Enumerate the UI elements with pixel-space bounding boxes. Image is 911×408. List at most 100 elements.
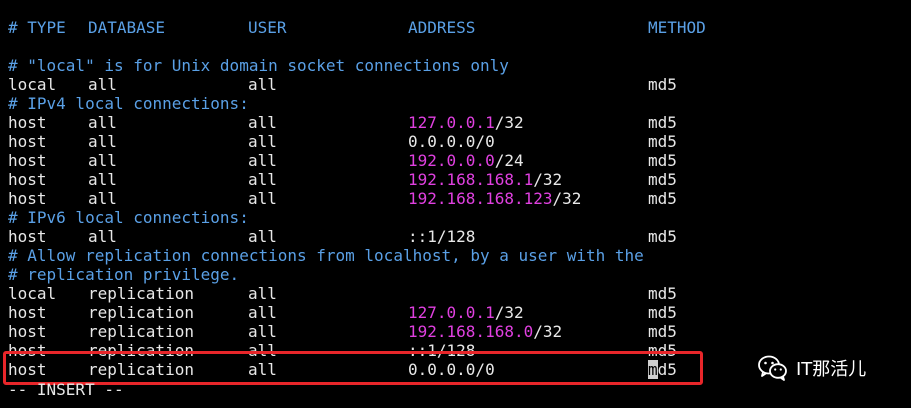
entry-address: 192.168.168.0/32 [408, 322, 562, 341]
header-method: METHOD [648, 18, 706, 37]
entry-user: all [248, 151, 277, 170]
entry-address: 0.0.0.0/0 [408, 132, 495, 151]
address-ip: 192.168.168.1 [408, 170, 534, 189]
entry-database: all [88, 75, 117, 94]
address-suffix: /32 [533, 322, 563, 341]
watermark-label: IT那活儿 [796, 359, 867, 380]
entry-method: md5 [648, 113, 677, 132]
address-ip: 192.168.168.123 [408, 189, 553, 208]
method-rest: d5 [657, 360, 677, 379]
entry-database: replication [88, 303, 194, 322]
comment-line: # "local" is for Unix domain socket conn… [8, 56, 509, 75]
entry-user: all [248, 170, 277, 189]
entry-user: all [248, 189, 277, 208]
terminal-editor[interactable]: # TYPE DATABASE USER ADDRESS METHOD # "l… [8, 18, 898, 408]
entry-user: all [248, 360, 277, 379]
address-ip: 192.168.168.0 [408, 322, 534, 341]
entry-database: all [88, 113, 117, 132]
entry-row: host replication all 127.0.0.1/32 md5 [8, 303, 898, 322]
header-database: DATABASE [88, 18, 166, 37]
entry-row: host all all 192.0.0.0/24 md5 [8, 151, 898, 170]
address-suffix: /32 [552, 189, 582, 208]
address-suffix: /32 [533, 170, 563, 189]
comment-line: # IPv4 local connections: [8, 94, 249, 113]
header-address: ADDRESS [408, 18, 476, 37]
entry-user: all [248, 284, 277, 303]
entry-method: md5 [648, 303, 677, 322]
entry-row: host all all 192.168.168.123/32 md5 [8, 189, 898, 208]
header-user: USER [248, 18, 287, 37]
entry-type: host [8, 113, 47, 132]
entry-method: md5 [648, 341, 677, 360]
address-plain: 0.0.0.0/0 [408, 132, 495, 151]
comment-line: # replication privilege. [8, 265, 240, 284]
wechat-icon [758, 355, 788, 381]
entry-method: md5 [648, 75, 677, 94]
status-line: -- INSERT -- [8, 380, 124, 399]
entry-user: all [248, 303, 277, 322]
entry-database: replication [88, 360, 194, 379]
comment-line: # Allow replication connections from loc… [8, 246, 644, 265]
entry-method: md5 [648, 284, 677, 303]
entry-type: host [8, 322, 47, 341]
entry-row: local replication all md5 [8, 284, 898, 303]
entry-address: 127.0.0.1/32 [408, 113, 524, 132]
entry-method: md5 [648, 151, 677, 170]
address-ip: 127.0.0.1 [408, 113, 495, 132]
entry-user: all [248, 132, 277, 151]
entry-row: local all all md5 [8, 75, 898, 94]
address-suffix: /24 [494, 151, 524, 170]
address-suffix: /32 [494, 303, 524, 322]
text-cursor: m [648, 360, 658, 379]
comment-line: # IPv6 local connections: [8, 208, 249, 227]
entry-address: ::1/128 [408, 341, 475, 360]
entry-address: ::1/128 [408, 227, 475, 246]
entry-method: md5 [648, 132, 677, 151]
watermark: IT那活儿 [758, 352, 898, 384]
entry-type: host [8, 151, 47, 170]
address-ip: 127.0.0.1 [408, 303, 495, 322]
entry-database: all [88, 227, 117, 246]
entry-row: host all all 192.168.168.1/32 md5 [8, 170, 898, 189]
address-ip: 192.0.0.0 [408, 151, 495, 170]
entry-user: all [248, 75, 277, 94]
entry-type: local [8, 75, 57, 94]
entry-user: all [248, 322, 277, 341]
address-plain: 0.0.0.0/0 [408, 360, 495, 379]
address-plain: ::1/128 [408, 341, 476, 360]
entry-database: all [88, 170, 117, 189]
entry-row: host all all 0.0.0.0/0 md5 [8, 132, 898, 151]
entry-type: host [8, 341, 47, 360]
entry-address: 192.0.0.0/24 [408, 151, 524, 170]
entry-method: md5 [648, 322, 677, 341]
address-suffix: /32 [494, 113, 524, 132]
entry-method: md5 [648, 227, 677, 246]
entry-type: host [8, 360, 47, 379]
entry-address: 127.0.0.1/32 [408, 303, 524, 322]
entry-user: all [248, 341, 277, 360]
entry-row: host all all 127.0.0.1/32 md5 [8, 113, 898, 132]
entry-type: host [8, 189, 47, 208]
config-lines[interactable]: # "local" is for Unix domain socket conn… [8, 37, 898, 379]
entry-type: local [8, 284, 57, 303]
entry-method: md5 [648, 170, 677, 189]
entry-database: replication [88, 341, 194, 360]
entry-address: 0.0.0.0/0 [408, 360, 495, 379]
entry-database: all [88, 132, 117, 151]
entry-address: 192.168.168.1/32 [408, 170, 562, 189]
entry-database: replication [88, 322, 194, 341]
address-plain: ::1/128 [408, 227, 476, 246]
entry-database: all [88, 151, 117, 170]
entry-type: host [8, 170, 47, 189]
entry-database: all [88, 189, 117, 208]
entry-row: host replication all 192.168.168.0/32 md5 [8, 322, 898, 341]
entry-row: host all all::1/128 md5 [8, 227, 898, 246]
entry-database: replication [88, 284, 194, 303]
column-header-row: # TYPE DATABASE USER ADDRESS METHOD [8, 18, 898, 37]
entry-user: all [248, 113, 277, 132]
entry-type: host [8, 303, 47, 322]
entry-user: all [248, 227, 277, 246]
entry-address: 192.168.168.123/32 [408, 189, 581, 208]
entry-type: host [8, 132, 47, 151]
